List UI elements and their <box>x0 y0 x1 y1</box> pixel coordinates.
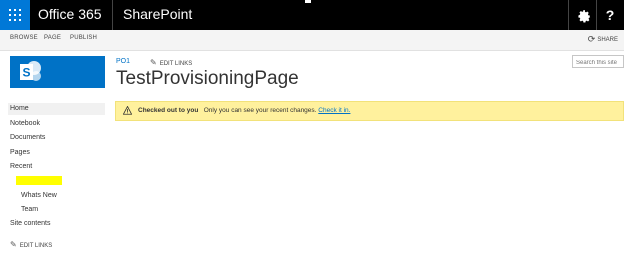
warning-icon <box>123 106 132 115</box>
status-message: Only you can see your recent changes. <box>203 107 317 114</box>
search-input[interactable] <box>572 55 624 68</box>
site-logo[interactable]: S <box>10 56 105 88</box>
app-launcher-icon[interactable] <box>0 0 30 30</box>
gear-icon[interactable] <box>570 0 598 30</box>
pencil-icon: ✎ <box>150 58 157 67</box>
suite-bar-separator <box>568 0 569 30</box>
share-button[interactable]: ⟳ SHARE <box>588 34 618 45</box>
nav-recent: Recent <box>10 163 33 170</box>
suite-bar-divider <box>112 0 113 30</box>
check-in-link[interactable]: Check it in. <box>318 107 350 114</box>
status-bold: Checked out to you <box>138 107 199 114</box>
page-title: TestProvisioningPage <box>116 68 299 89</box>
nav-site-contents[interactable]: Site contents <box>10 220 50 227</box>
tab-publish[interactable]: PUBLISH <box>70 35 97 41</box>
suite-bar: Office 365 SharePoint ? <box>0 0 624 30</box>
breadcrumb[interactable]: PO1 <box>116 58 130 65</box>
ribbon: BROWSE PAGE PUBLISH ⟳ SHARE <box>0 30 624 51</box>
tab-page[interactable]: PAGE <box>44 35 61 41</box>
edit-links-label: EDIT LINKS <box>159 61 193 67</box>
nav-documents[interactable]: Documents <box>10 134 45 141</box>
redaction-highlight <box>16 176 62 185</box>
nav-pages[interactable]: Pages <box>10 149 30 156</box>
suite-bar-notch <box>305 0 311 3</box>
nav-whats-new[interactable]: Whats New <box>21 192 57 199</box>
nav-team[interactable]: Team <box>21 206 38 213</box>
edit-links-bottom[interactable]: ✎ EDIT LINKS <box>10 240 52 249</box>
tab-browse[interactable]: BROWSE <box>10 35 38 41</box>
edit-links-top[interactable]: ✎ EDIT LINKS <box>150 58 192 67</box>
share-icon: ⟳ <box>587 34 596 44</box>
pencil-icon: ✎ <box>10 240 17 249</box>
svg-text:S: S <box>22 66 30 80</box>
edit-links-label: EDIT LINKS <box>19 243 53 249</box>
status-bar: Checked out to you Only you can see your… <box>115 101 624 121</box>
share-label: SHARE <box>597 37 618 44</box>
office365-brand[interactable]: Office 365 <box>38 6 102 22</box>
nav-home[interactable]: Home <box>10 105 29 112</box>
app-title[interactable]: SharePoint <box>123 6 192 22</box>
nav-notebook[interactable]: Notebook <box>10 120 40 127</box>
help-icon[interactable]: ? <box>596 0 624 30</box>
sharepoint-logo-icon: S <box>20 61 41 81</box>
